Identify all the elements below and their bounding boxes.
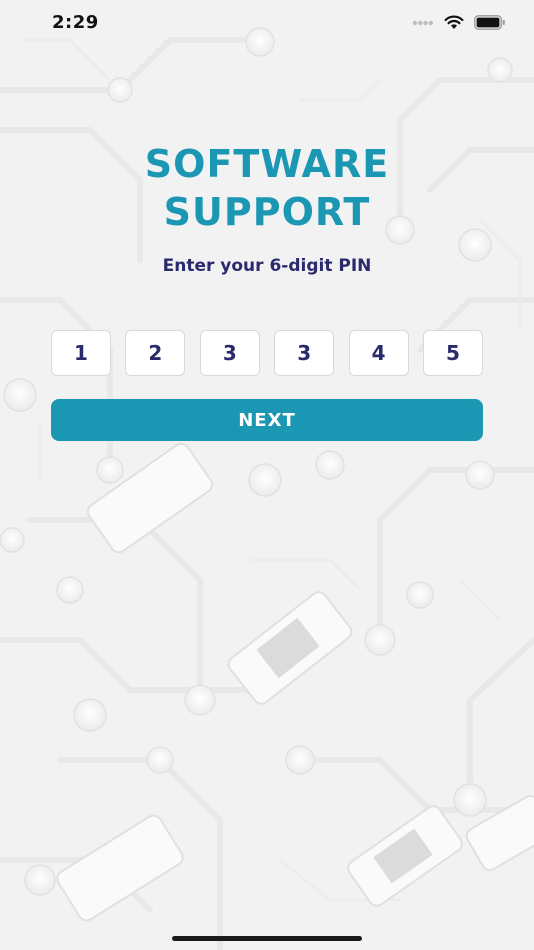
pin-entry-screen: 2:29 SOFTWARE SUPPORT Enter your 6-digit…	[0, 0, 534, 950]
wifi-icon	[444, 15, 464, 29]
pin-digit-6[interactable]: 5	[422, 330, 483, 376]
pin-input-group: 1 2 3 3 4 5	[51, 330, 483, 376]
pin-instruction: Enter your 6-digit PIN	[162, 256, 372, 276]
battery-icon	[474, 15, 505, 30]
status-bar: 2:29	[0, 0, 534, 48]
pin-digit-5[interactable]: 4	[348, 330, 409, 376]
app-title: SOFTWARE SUPPORT	[0, 140, 534, 236]
status-icons	[412, 15, 506, 30]
app-title-line-1: SOFTWARE	[144, 142, 390, 186]
home-indicator[interactable]	[172, 936, 362, 941]
pin-digit-2[interactable]: 2	[125, 330, 186, 376]
app-title-line-2: SUPPORT	[163, 190, 371, 234]
pin-digit-1[interactable]: 1	[51, 330, 111, 376]
next-button[interactable]: NEXT	[51, 399, 483, 441]
pin-digit-4[interactable]: 3	[274, 330, 335, 376]
status-time: 2:29	[52, 12, 99, 33]
cellular-signal-icon	[412, 20, 434, 25]
pin-digit-3[interactable]: 3	[199, 330, 260, 376]
